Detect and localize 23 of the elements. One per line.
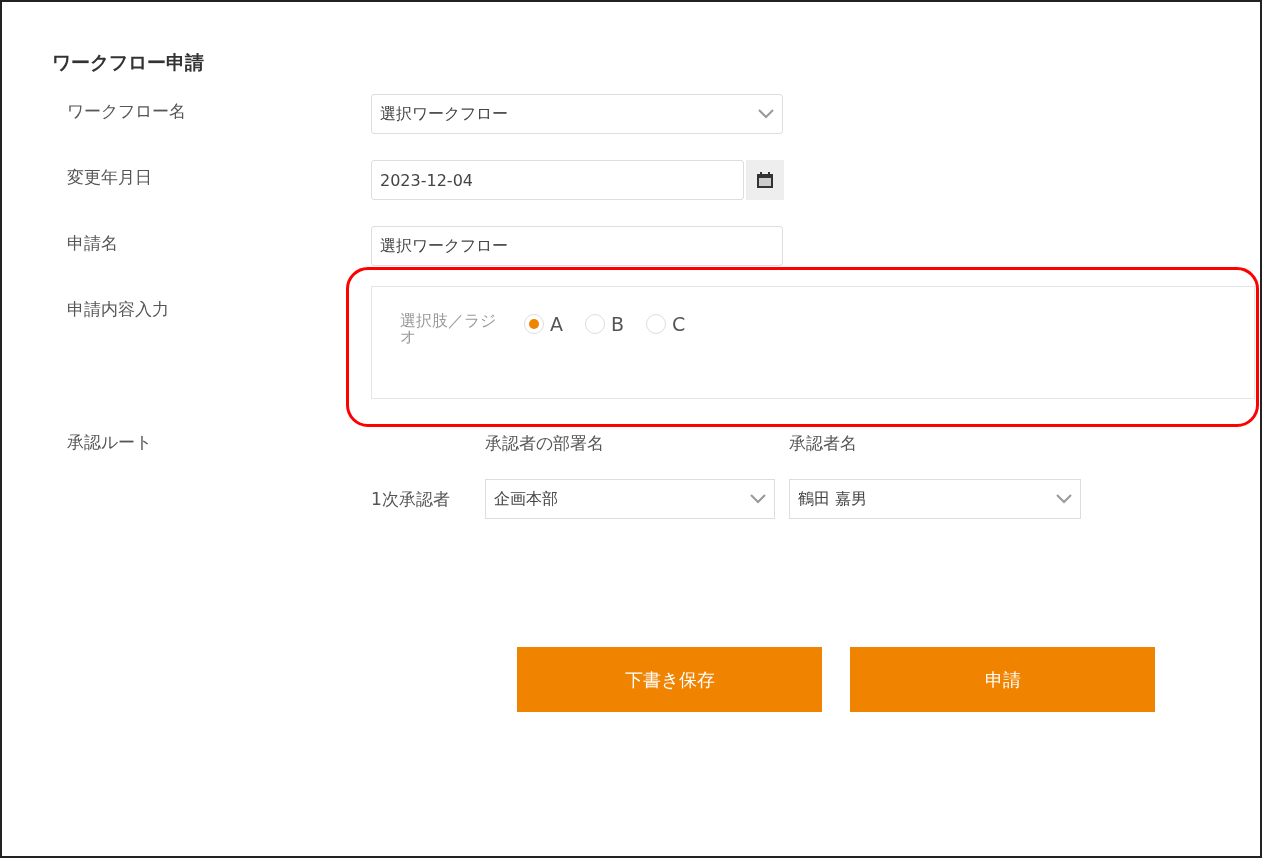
- column-header: 承認者名: [789, 432, 858, 455]
- field-label: 申請内容入力: [67, 298, 170, 321]
- field-label: 変更年月日: [67, 166, 153, 189]
- radio-option[interactable]: C: [646, 313, 686, 335]
- field-label: ワークフロー名: [67, 100, 187, 123]
- radio-option[interactable]: A: [524, 313, 563, 335]
- date-field[interactable]: 2023-12-04: [371, 160, 744, 200]
- column-header: 承認者の部署名: [485, 432, 605, 455]
- text-field[interactable]: 選択ワークフロー: [371, 226, 783, 266]
- chevron-down-icon: [750, 494, 766, 504]
- approver-level-label: 1次承認者: [371, 487, 451, 511]
- chevron-down-icon: [1056, 494, 1072, 504]
- workflow-select[interactable]: 選択ワークフロー: [371, 94, 783, 134]
- radio-option[interactable]: B: [585, 313, 625, 335]
- chevron-down-icon: [758, 109, 774, 119]
- radio-group-label: 選択肢／ラジオ: [400, 313, 497, 345]
- calendar-icon: [756, 171, 774, 189]
- department-select[interactable]: 企画本部: [485, 479, 775, 519]
- field-label: 申請名: [67, 232, 119, 255]
- calendar-button[interactable]: [746, 160, 784, 200]
- page-title: ワークフロー申請: [52, 50, 205, 75]
- approver-select[interactable]: 鶴田 嘉男: [789, 479, 1081, 519]
- field-label: 承認ルート: [67, 431, 153, 454]
